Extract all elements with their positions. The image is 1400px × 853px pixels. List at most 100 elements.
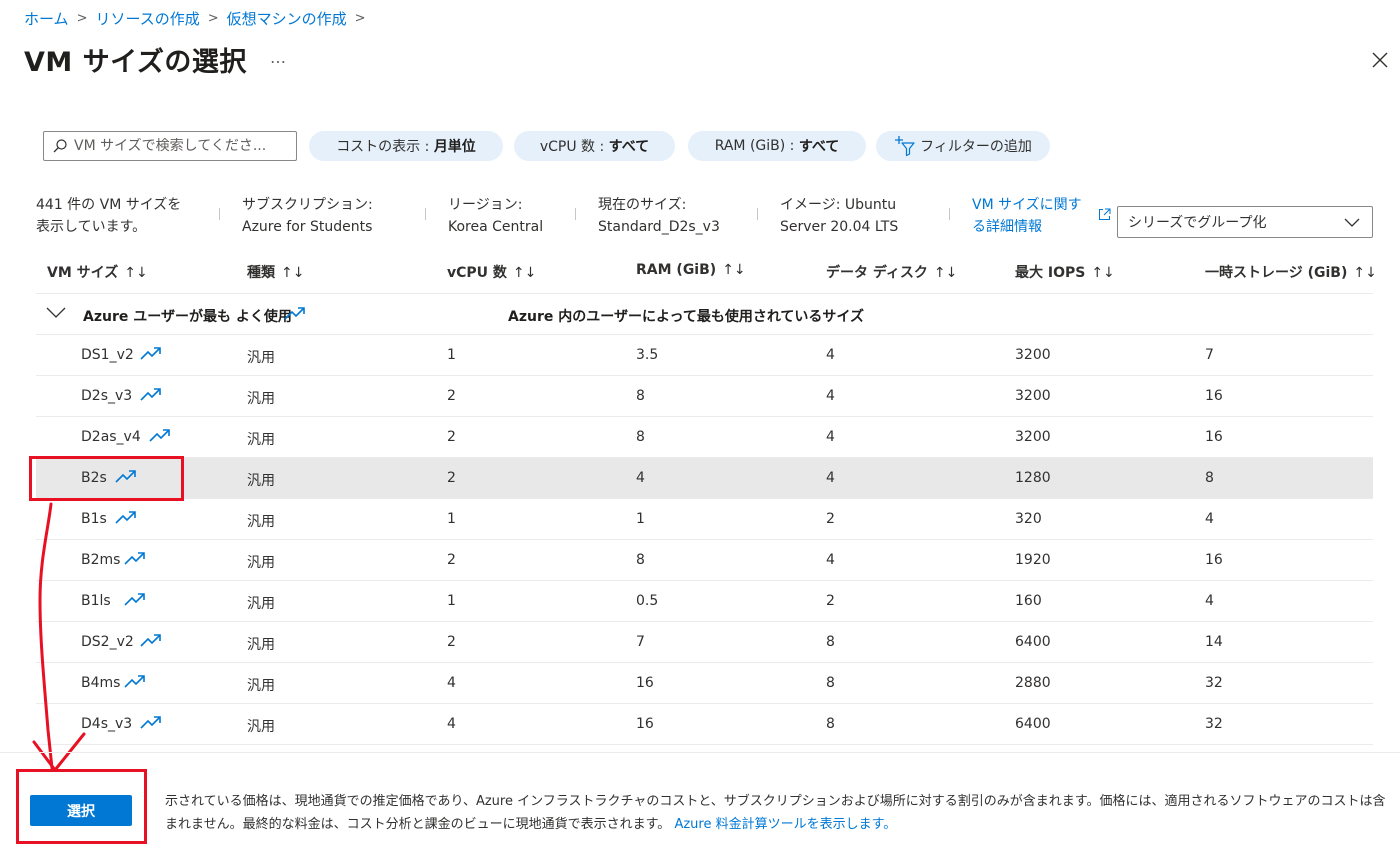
table-row[interactable]: DS2_v2 汎用 2 7 8 6400 14 bbox=[36, 622, 1373, 663]
cell-temp-storage: 16 bbox=[1205, 388, 1223, 404]
cell-ram: 16 bbox=[636, 675, 654, 691]
cell-ram: 8 bbox=[636, 429, 645, 445]
vcpu-filter-label: vCPU 数 : bbox=[539, 139, 605, 155]
chevron-right-icon: > bbox=[354, 10, 366, 26]
group-row-most-used: Azure ユーザーが最も よく使用 Azure 内のユーザーによって最も使用さ… bbox=[36, 294, 1373, 335]
vcpu-filter-pill[interactable]: vCPU 数 : すべて bbox=[514, 131, 675, 161]
current-size-info: 現在のサイズ: Standard_D2s_v3 bbox=[598, 194, 720, 238]
search-input[interactable] bbox=[74, 138, 284, 154]
select-button[interactable]: 選択 bbox=[30, 795, 132, 826]
cell-type: 汎用 bbox=[247, 350, 275, 366]
table-row[interactable]: B2ms 汎用 2 8 4 1920 16 bbox=[36, 540, 1373, 581]
breadcrumb-create-resource[interactable]: リソースの作成 bbox=[95, 8, 199, 29]
image-line2: Server 20.04 LTS bbox=[780, 219, 899, 235]
table-row[interactable]: B2s 汎用 2 4 4 1280 8 bbox=[36, 458, 1373, 499]
cell-type: 汎用 bbox=[247, 473, 275, 489]
divider bbox=[0, 752, 1400, 753]
cell-vm-size: DS2_v2 bbox=[81, 634, 134, 650]
column-header-max-iops[interactable]: 最大 IOPS ↑↓ bbox=[1015, 262, 1115, 282]
table-row[interactable]: B1s 汎用 1 1 2 320 4 bbox=[36, 499, 1373, 540]
cell-temp-storage: 7 bbox=[1205, 347, 1214, 363]
table-row[interactable]: D2as_v4 汎用 2 8 4 3200 16 bbox=[36, 417, 1373, 458]
cell-temp-storage: 4 bbox=[1205, 593, 1214, 609]
cell-max-iops: 3200 bbox=[1015, 347, 1051, 363]
cell-max-iops: 3200 bbox=[1015, 429, 1051, 445]
column-header-vm-size[interactable]: VM サイズ ↑↓ bbox=[47, 262, 148, 282]
vcpu-filter-value: すべて bbox=[608, 139, 650, 155]
sort-icon: ↑↓ bbox=[722, 262, 746, 278]
more-options-button[interactable]: … bbox=[270, 48, 286, 67]
cell-temp-storage: 4 bbox=[1205, 511, 1214, 527]
trending-up-icon bbox=[115, 470, 136, 483]
cost-filter-pill[interactable]: コストの表示 : 月単位 bbox=[309, 131, 503, 161]
column-title: vCPU 数 bbox=[447, 265, 507, 281]
cost-filter-label: コストの表示 : bbox=[336, 139, 430, 155]
table-row[interactable]: B4ms 汎用 4 16 8 2880 32 bbox=[36, 663, 1373, 704]
pricing-calculator-link[interactable]: Azure 料金計算ツールを表示します。 bbox=[674, 817, 896, 832]
vm-size-details-link[interactable]: VM サイズに関す る詳細情報 bbox=[972, 194, 1082, 238]
cell-max-iops: 2880 bbox=[1015, 675, 1051, 691]
column-header-ram[interactable]: RAM (GiB) ↑↓ bbox=[636, 262, 746, 278]
pricing-disclaimer: 示されている価格は、現地通貨での推定価格であり、Azure インフラストラクチャ… bbox=[165, 790, 1390, 836]
cell-data-disks: 8 bbox=[826, 675, 835, 691]
close-icon[interactable] bbox=[1366, 46, 1394, 74]
column-title: 最大 IOPS bbox=[1015, 265, 1086, 281]
breadcrumb-home[interactable]: ホーム bbox=[24, 8, 69, 29]
cell-vm-size: D2s_v3 bbox=[81, 388, 133, 404]
trending-up-icon bbox=[140, 347, 161, 360]
cell-vcpu: 1 bbox=[447, 347, 456, 363]
region-label: リージョン: bbox=[448, 197, 523, 213]
cell-vcpu: 1 bbox=[447, 511, 456, 527]
subscription-label: サブスクリプション: bbox=[242, 197, 373, 213]
subscription-info: サブスクリプション: Azure for Students bbox=[242, 194, 373, 238]
cell-temp-storage: 8 bbox=[1205, 470, 1214, 486]
cell-temp-storage: 32 bbox=[1205, 716, 1223, 732]
sort-icon: ↑↓ bbox=[124, 265, 148, 281]
trending-up-icon bbox=[140, 388, 161, 401]
group-by-value: シリーズでグループ化 bbox=[1128, 215, 1267, 231]
divider bbox=[757, 208, 758, 220]
cell-vcpu: 4 bbox=[447, 716, 456, 732]
cell-ram: 4 bbox=[636, 470, 645, 486]
external-link-icon bbox=[1099, 208, 1111, 220]
ram-filter-value: すべて bbox=[798, 139, 840, 155]
add-filter-button[interactable]: フィルターの追加 bbox=[876, 131, 1050, 161]
image-info: イメージ: Ubuntu Server 20.04 LTS bbox=[780, 194, 898, 238]
cell-vm-size: B2ms bbox=[81, 552, 121, 568]
trending-up-icon bbox=[124, 552, 145, 565]
sort-icon: ↑↓ bbox=[933, 265, 958, 281]
cost-filter-value: 月単位 bbox=[433, 139, 476, 155]
cell-vm-size: B4ms bbox=[81, 675, 121, 691]
region-value: Korea Central bbox=[448, 219, 544, 235]
page-title: VM サイズの選択 bbox=[24, 47, 247, 78]
group-label: Azure ユーザーが最も よく使用 bbox=[83, 309, 292, 325]
divider bbox=[219, 208, 220, 220]
column-header-temp-storage[interactable]: 一時ストレージ (GiB) ↑↓ bbox=[1205, 262, 1377, 282]
cell-max-iops: 6400 bbox=[1015, 716, 1051, 732]
breadcrumb-create-vm[interactable]: 仮想マシンの作成 bbox=[227, 8, 347, 29]
column-title: 一時ストレージ (GiB) bbox=[1205, 265, 1348, 281]
chevron-down-icon[interactable] bbox=[46, 306, 66, 320]
search-icon bbox=[53, 139, 67, 153]
ram-filter-pill[interactable]: RAM (GiB) : すべて bbox=[688, 131, 866, 161]
breadcrumb: ホーム > リソースの作成 > 仮想マシンの作成 > bbox=[24, 8, 374, 28]
column-header-data-disks[interactable]: データ ディスク ↑↓ bbox=[826, 262, 957, 282]
trending-up-icon bbox=[124, 675, 145, 688]
cell-ram: 8 bbox=[636, 388, 645, 404]
group-description: Azure 内のユーザーによって最も使用されているサイズ bbox=[508, 309, 864, 325]
cell-temp-storage: 16 bbox=[1205, 552, 1223, 568]
table-row[interactable]: DS1_v2 汎用 1 3.5 4 3200 7 bbox=[36, 335, 1373, 376]
divider bbox=[575, 208, 576, 220]
table-row[interactable]: D4s_v3 汎用 4 16 8 6400 32 bbox=[36, 704, 1373, 745]
column-header-vcpu[interactable]: vCPU 数 ↑↓ bbox=[447, 262, 536, 282]
column-header-type[interactable]: 種類 ↑↓ bbox=[247, 262, 304, 282]
cell-max-iops: 1280 bbox=[1015, 470, 1051, 486]
divider bbox=[425, 208, 426, 220]
table-body: DS1_v2 汎用 1 3.5 4 3200 7 D2s_v3 汎用 2 8 4 3200 16 D2as_… bbox=[36, 335, 1373, 745]
group-by-dropdown[interactable]: シリーズでグループ化 bbox=[1117, 206, 1373, 238]
table-row[interactable]: B1ls 汎用 1 0.5 2 160 4 bbox=[36, 581, 1373, 622]
cell-data-disks: 4 bbox=[826, 470, 835, 486]
table-row[interactable]: D2s_v3 汎用 2 8 4 3200 16 bbox=[36, 376, 1373, 417]
cell-vm-size: B1s bbox=[81, 511, 107, 527]
cell-ram: 16 bbox=[636, 716, 654, 732]
